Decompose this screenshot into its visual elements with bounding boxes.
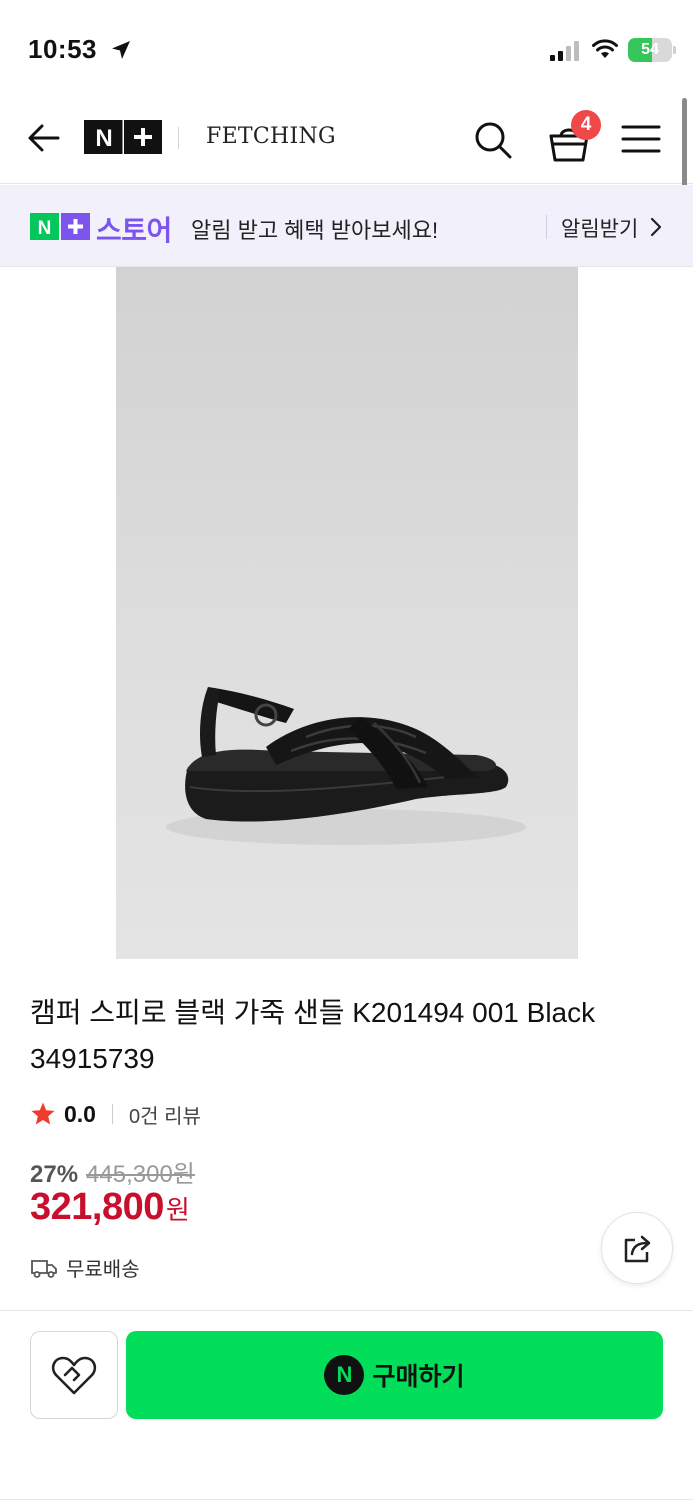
top-navigation-bar: N FETCHING 4 bbox=[0, 96, 693, 184]
naver-pay-icon: N bbox=[324, 1355, 365, 1395]
rating-value: 0.0 bbox=[64, 1100, 96, 1127]
naver-plus-store-logo: N bbox=[30, 213, 90, 240]
share-icon bbox=[624, 1235, 651, 1263]
buy-button-label: 구매하기 bbox=[372, 1363, 465, 1391]
product-title: 캠퍼 스피로 블랙 가죽 샌들 K201494 001 Black 349157… bbox=[30, 997, 596, 1074]
store-name[interactable]: FETCHING bbox=[206, 124, 336, 149]
share-button[interactable] bbox=[601, 1212, 673, 1284]
banner-divider bbox=[546, 215, 547, 239]
original-price: 445,300원 bbox=[86, 1161, 195, 1188]
buy-button[interactable]: N 구매하기 bbox=[126, 1331, 663, 1419]
shipping-info: 무료배송 bbox=[30, 1253, 140, 1282]
svg-text:N: N bbox=[95, 125, 112, 152]
battery-tip bbox=[673, 46, 676, 54]
review-count[interactable]: 0건 리뷰 bbox=[129, 1100, 201, 1129]
battery-icon: 54 bbox=[628, 38, 672, 62]
chevron-right-icon bbox=[650, 217, 662, 237]
shipping-text: 무료배송 bbox=[66, 1259, 140, 1281]
discount-row: 27% 445,300원 bbox=[30, 1154, 195, 1189]
star-icon bbox=[31, 1102, 55, 1125]
status-bar: 10:53 54 bbox=[0, 0, 693, 96]
product-image[interactable] bbox=[116, 267, 578, 959]
rating-divider bbox=[111, 1104, 113, 1124]
wishlist-button[interactable] bbox=[30, 1331, 118, 1419]
sandal-illustration bbox=[166, 687, 526, 845]
discount-rate: 27% bbox=[30, 1161, 79, 1188]
wifi-icon bbox=[592, 39, 618, 58]
store-label: 스토어 bbox=[96, 215, 172, 246]
cart-count-badge: 4 bbox=[571, 110, 601, 140]
bottom-action-bar: N 구매하기 bbox=[0, 1310, 693, 1500]
battery-percent: 54 bbox=[641, 41, 659, 58]
svg-text:N: N bbox=[38, 218, 52, 239]
status-time: 10:53 bbox=[28, 34, 97, 64]
sale-price: 321,800 bbox=[30, 1186, 164, 1228]
notification-banner[interactable]: N 스토어 알림 받고 혜택 받아보세요! 알림받기 bbox=[0, 185, 693, 267]
truck-icon bbox=[31, 1259, 57, 1278]
naver-plus-logo[interactable]: N bbox=[84, 120, 162, 154]
header-divider bbox=[178, 127, 179, 149]
cart-button[interactable]: 4 bbox=[545, 110, 605, 164]
heart-icon bbox=[51, 1356, 97, 1395]
sale-price-unit: 원 bbox=[165, 1195, 190, 1225]
banner-message: 알림 받고 혜택 받아보세요! bbox=[191, 218, 439, 243]
location-arrow-icon bbox=[112, 41, 130, 59]
cellular-signal-icon bbox=[550, 41, 579, 61]
rating-row[interactable]: 0.0 0건 리뷰 bbox=[30, 1099, 201, 1129]
back-arrow-icon[interactable] bbox=[24, 118, 64, 158]
search-icon[interactable] bbox=[471, 118, 515, 162]
price-row: 321,800 원 bbox=[30, 1186, 190, 1229]
menu-icon[interactable] bbox=[620, 120, 662, 158]
subscribe-alert-button[interactable]: 알림받기 bbox=[561, 213, 638, 243]
